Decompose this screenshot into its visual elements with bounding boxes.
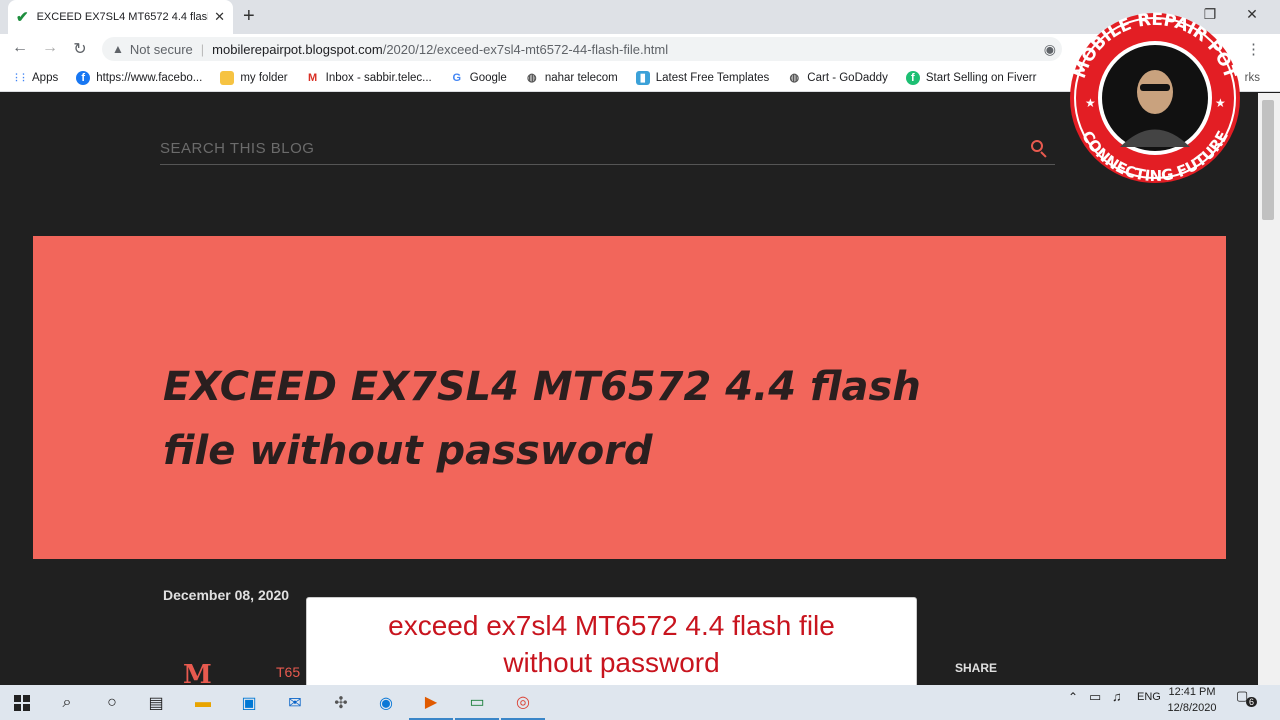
fiverr-icon: f — [905, 70, 920, 85]
scrollbar-thumb[interactable] — [1262, 100, 1274, 220]
template-icon: ▮ — [635, 70, 650, 85]
blog-search — [160, 133, 1055, 165]
bookmark-label: my folder — [240, 71, 288, 84]
channel-logo-badge: MOBILE REPAIR POT CONNECTING FUTURE ★ ★ — [1070, 12, 1240, 184]
bookmark-item[interactable]: f https://www.facebo... — [76, 70, 203, 85]
bookmark-label: Inbox - sabbir.telec... — [325, 71, 432, 84]
task-view-icon[interactable]: ▤ — [134, 685, 178, 720]
bookmark-item[interactable]: f Start Selling on Fiverr — [905, 70, 1037, 85]
url-path: /2020/12/exceed-ex7sl4-mt6572-44-flash-f… — [382, 41, 669, 57]
star-icon: ★ — [1085, 96, 1096, 110]
clock-date: 12/8/2020 — [1167, 702, 1217, 714]
google-icon: G — [452, 71, 462, 84]
editor-app-icon[interactable]: ▭ — [455, 685, 499, 720]
url-host: mobilerepairpot.blogspot.com — [212, 41, 383, 57]
bookmark-item[interactable]: ▮ Latest Free Templates — [635, 70, 770, 85]
search-input[interactable] — [160, 140, 860, 157]
search-taskbar-icon[interactable]: ⌕ — [45, 685, 89, 720]
language-indicator[interactable]: ENG — [1137, 691, 1161, 703]
tab-title: EXCEED EX7SL4 MT6572 4.4 flash — [36, 11, 209, 23]
reload-button[interactable]: ↻ — [70, 39, 90, 59]
apps-grid-icon: ⋮⋮ — [12, 72, 28, 82]
file-explorer-icon[interactable]: ▬ — [181, 685, 225, 720]
post-title-line-1: EXCEED EX7SL4 MT6572 4.4 flash — [163, 364, 921, 410]
forward-button[interactable]: → — [40, 39, 60, 57]
close-tab-icon[interactable]: ✕ — [214, 9, 225, 25]
divider: | — [200, 41, 205, 57]
start-button[interactable] — [0, 685, 44, 720]
browser-tab[interactable]: ✔ EXCEED EX7SL4 MT6572 4.4 flash ✕ — [8, 0, 233, 34]
caption-line-1: exceed ex7sl4 MT6572 4.4 flash file — [388, 610, 835, 641]
volume-icon[interactable]: ♫ — [1112, 689, 1122, 704]
bookmark-label: Google — [469, 71, 507, 84]
cortana-icon[interactable]: ○ — [90, 685, 134, 720]
notifications-icon[interactable]: ▢ 6 — [1236, 688, 1258, 712]
security-status[interactable]: Not secure — [130, 42, 193, 57]
store-icon[interactable]: ▣ — [227, 685, 271, 720]
video-caption: exceed ex7sl4 MT6572 4.4 flash file with… — [306, 597, 917, 691]
notification-count: 6 — [1246, 697, 1258, 707]
bookmark-label: Start Selling on Fiverr — [925, 71, 1037, 84]
app-icon[interactable]: ✣ — [319, 685, 363, 720]
gmail-icon: M — [308, 71, 318, 84]
edge-icon[interactable]: ◉ — [364, 685, 408, 720]
address-bar[interactable]: ▲ Not secure | mobilerepairpot.blogspot.… — [102, 37, 1062, 61]
caption-line-2: without password — [503, 647, 720, 678]
network-icon[interactable]: ▭ — [1089, 689, 1101, 705]
bookmark-item[interactable]: ◍ Cart - GoDaddy — [787, 71, 888, 85]
post-date: December 08, 2020 — [163, 587, 290, 603]
globe-icon: ◍ — [789, 72, 800, 84]
clock-time: 12:41 PM — [1168, 686, 1216, 698]
bookmark-item[interactable]: ⋮⋮ Apps — [12, 71, 58, 85]
taskbar-clock[interactable]: 12:41 PM 12/8/2020 — [1162, 682, 1222, 716]
post-title: EXCEED EX7SL4 MT6572 4.4 flash file with… — [163, 355, 923, 483]
bookmark-label: Cart - GoDaddy — [807, 71, 888, 84]
bookmark-label: Latest Free Templates — [655, 71, 770, 84]
media-app-icon[interactable]: ▶ — [409, 685, 453, 720]
folder-icon — [220, 70, 235, 85]
back-button[interactable]: ← — [10, 39, 30, 57]
globe-icon: ◍ — [527, 72, 537, 84]
search-icon[interactable] — [1029, 138, 1051, 160]
chrome-icon[interactable]: ◎ — [501, 685, 545, 720]
windows-logo-icon — [14, 694, 30, 711]
eye-off-icon[interactable]: ◉ — [1044, 41, 1056, 58]
star-icon: ★ — [1215, 96, 1226, 110]
post-title-line-2: file without password — [163, 428, 653, 474]
bookmark-label: https://www.facebo... — [96, 71, 203, 84]
bookmark-label: nahar telecom — [544, 71, 618, 84]
warning-icon[interactable]: ▲ — [112, 42, 124, 56]
checkmark-favicon-icon: ✔ — [16, 9, 29, 26]
bookmark-item[interactable]: M Inbox - sabbir.telec... — [306, 71, 432, 85]
post-text-partial: T65 — [276, 664, 301, 680]
bookmark-label: Apps — [32, 71, 59, 84]
bookmark-item[interactable]: G Google — [450, 71, 507, 85]
share-button[interactable]: SHARE — [955, 661, 997, 675]
chevron-up-icon[interactable]: ⌃ — [1068, 690, 1078, 704]
mail-icon[interactable]: ✉ — [273, 685, 317, 720]
new-tab-button[interactable]: + — [243, 5, 255, 28]
facebook-icon: f — [76, 70, 91, 85]
bookmark-item[interactable]: ◍ nahar telecom — [525, 71, 618, 85]
bookmark-item[interactable]: my folder — [220, 70, 288, 85]
